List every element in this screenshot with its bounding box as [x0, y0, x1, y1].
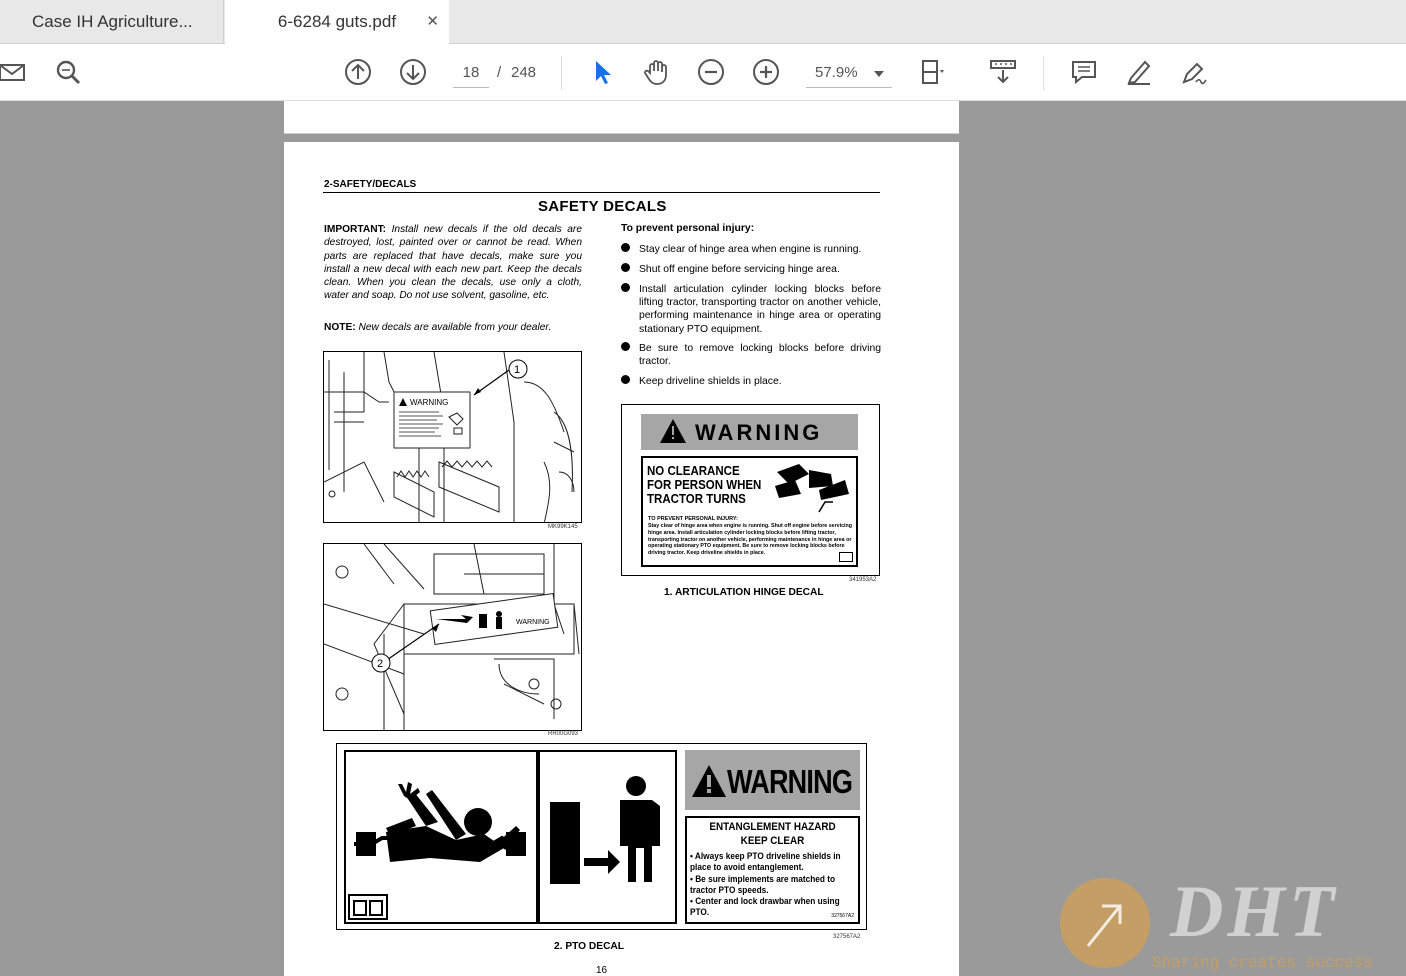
fit-page-icon[interactable] [916, 56, 948, 88]
hinge-message-box: NO CLEARANCE FOR PERSON WHEN TRACTOR TUR… [641, 456, 858, 567]
header-rule [323, 192, 880, 193]
toolbar-divider [1043, 56, 1044, 90]
pto-line1: ENTANGLEMENT HAZARD [709, 821, 836, 833]
hinge-headline: FOR PERSON WHEN [647, 478, 762, 492]
zoom-out-icon[interactable] [695, 56, 727, 88]
section-header: 2-SAFETY/DECALS [324, 179, 417, 190]
warning-triangle-icon [692, 765, 726, 797]
note-text: New decals are available from your deale… [355, 322, 552, 333]
tab-label: 6-6284 guts.pdf [277, 12, 397, 31]
page-title: SAFETY DECALS [538, 198, 667, 215]
list-item: Be sure to remove locking blocks before … [621, 342, 881, 368]
select-cursor-icon[interactable] [585, 56, 617, 88]
pto-decal: WARNING ENTANGLEMENT HAZARD KEEP CLEAR •… [336, 743, 867, 930]
tab-case-ih[interactable]: Case IH Agriculture... [0, 0, 224, 44]
page-number: 16 [596, 965, 608, 976]
toolbar: 18 / 248 57.9% [0, 44, 1406, 101]
tab-label: Case IH Agriculture... [32, 12, 193, 31]
fig1-decal-label: WARNING [410, 398, 448, 407]
prevent-injury-heading: To prevent personal injury: [621, 223, 755, 234]
tab-pdf-active[interactable]: 6-6284 guts.pdf ✕ [225, 0, 449, 45]
comment-icon[interactable] [1068, 56, 1100, 88]
pto-warning-word: WARNING [727, 763, 853, 800]
bullet-icon [621, 263, 630, 272]
important-paragraph: IMPORTANT: Install new decals if the old… [324, 223, 582, 303]
hinge-area-illustration: WARNING 1 [324, 352, 575, 522]
fig1-code: MK99K145 [548, 524, 578, 530]
list-item: Shut off engine before servicing hinge a… [621, 263, 881, 276]
close-tab-icon[interactable]: ✕ [426, 0, 439, 44]
fig1-callout: 1 [514, 364, 520, 376]
pto-message-box: ENTANGLEMENT HAZARD KEEP CLEAR • Always … [685, 816, 860, 924]
bullet-icon [621, 243, 630, 252]
previous-page-sheet [284, 101, 959, 134]
pto-keep-clear-panel [538, 750, 677, 924]
hinge-body: Stay clear of hinge area when engine is … [648, 523, 852, 557]
scroll-mode-icon[interactable] [987, 56, 1019, 88]
sign-pen-icon[interactable] [1178, 56, 1210, 88]
previous-page-icon[interactable] [342, 56, 374, 88]
figure-pto-location: WARNING 2 [323, 543, 582, 731]
person-keep-clear-icon [550, 776, 660, 884]
fig2-callout: 2 [377, 658, 383, 670]
tab-bar: Case IH Agriculture... 6-6284 guts.pdf ✕ [0, 0, 1406, 45]
important-label: IMPORTANT: [324, 224, 387, 235]
fig2-decal-label: WARNING [516, 619, 550, 626]
pto-inner-code: 327567A2 [831, 913, 854, 919]
important-text: Install new decals if the old decals are… [324, 224, 582, 302]
list-item: Install articulation cylinder locking bl… [621, 283, 881, 336]
zoom-in-icon[interactable] [750, 56, 782, 88]
pto-warning-banner: WARNING [685, 750, 860, 810]
watermark-brand: DHT [1170, 871, 1339, 953]
mail-icon[interactable] [0, 56, 28, 88]
list-item: Keep driveline shields in place. [621, 375, 881, 388]
chevron-down-icon[interactable] [874, 71, 884, 77]
hand-tool-icon[interactable] [640, 56, 672, 88]
pdf-page: 2-SAFETY/DECALS SAFETY DECALS IMPORTANT:… [284, 142, 959, 976]
hinge-sub: TO PREVENT PERSONAL INJURY: [648, 516, 738, 522]
pto-area-illustration: WARNING 2 [324, 544, 580, 730]
pto-line2: KEEP CLEAR [740, 835, 805, 847]
articulation-hinge-decal: WARNING NO CLEARANCE FOR PERSON WHEN TRA… [621, 404, 880, 576]
pto-entanglement-panel [344, 750, 538, 924]
fig2-code: RR00G093 [548, 731, 579, 737]
toolbar-divider [561, 56, 562, 90]
total-pages: 248 [511, 64, 537, 81]
manual-book-icon [839, 552, 853, 562]
hinge-headline: NO CLEARANCE [647, 464, 740, 478]
hinge-warning-word: WARNING [695, 420, 823, 445]
bullet-icon [621, 342, 630, 351]
hinge-decal-caption: 1. ARTICULATION HINGE DECAL [664, 587, 824, 598]
pto-bullet: • Center and lock drawbar when using PTO… [690, 896, 840, 918]
highlight-pen-icon[interactable] [1123, 56, 1155, 88]
page-number-input[interactable]: 18 [453, 58, 489, 88]
list-item: Stay clear of hinge area when engine is … [621, 243, 881, 256]
pto-decal-caption: 2. PTO DECAL [554, 941, 625, 952]
pto-bullet: • Always keep PTO driveline shields in p… [690, 851, 841, 873]
manual-book-icon [348, 894, 388, 920]
warning-triangle-icon [660, 419, 686, 443]
pto-decal-code: 327567A2 [833, 934, 861, 940]
hinge-decal-code: 341953A2 [849, 577, 877, 583]
note-paragraph: NOTE: New decals are available from your… [324, 322, 584, 333]
note-label: NOTE: [324, 322, 356, 333]
pto-bullet: • Be sure implements are matched to trac… [690, 873, 836, 895]
hinge-headline: TRACTOR TURNS [647, 492, 746, 506]
figure-hinge-location: WARNING 1 [323, 351, 582, 523]
search-icon[interactable] [52, 56, 84, 88]
warning-banner: WARNING [641, 414, 858, 450]
watermark-logo-icon [1060, 878, 1150, 968]
hinge-pinch-icon [775, 464, 849, 513]
watermark-slogan: Sharing creates success [1152, 954, 1373, 972]
next-page-icon[interactable] [397, 56, 429, 88]
watermark: DHT Sharing creates success [1058, 871, 1406, 976]
bullet-icon [621, 375, 630, 384]
page-separator: / [497, 64, 502, 81]
bullet-icon [621, 283, 630, 292]
